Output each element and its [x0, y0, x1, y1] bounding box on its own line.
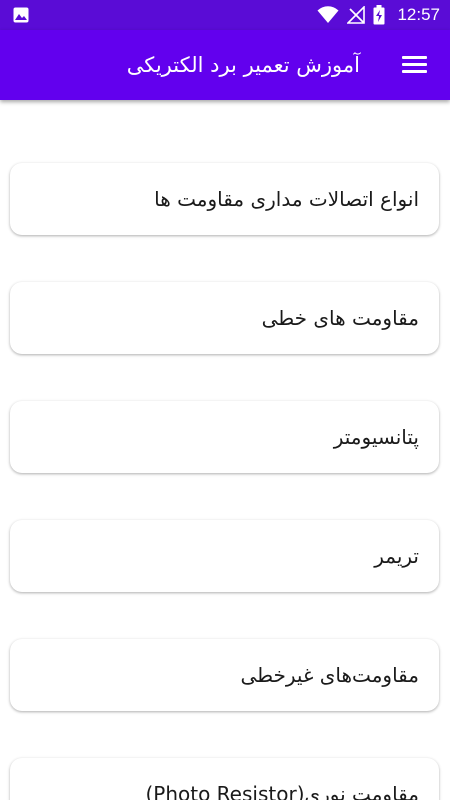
list-item[interactable]: تریمر: [10, 520, 439, 592]
list-item-label: مقاومت‌های غیرخطی: [240, 663, 419, 687]
list-item[interactable]: انواع اتصالات مداری مقاومت ها: [10, 163, 439, 235]
list-item-label: انواع اتصالات مداری مقاومت ها: [154, 187, 419, 211]
list-item[interactable]: پتانسیومتر: [10, 401, 439, 473]
image-icon: [13, 7, 29, 23]
status-time: 12:57: [397, 5, 440, 24]
topic-list: انواع اتصالات مداری مقاومت ها مقاومت های…: [0, 100, 450, 800]
list-item-label: تریمر: [374, 544, 419, 568]
app-title: آموزش تعمیر برد الکتریکی: [126, 53, 360, 77]
battery-charging-icon: [373, 5, 385, 25]
list-item[interactable]: مقاومت‌های غیرخطی: [10, 639, 439, 711]
list-item[interactable]: مقاومت نوری(Photo Resistor): [10, 758, 439, 800]
list-item[interactable]: مقاومت های خطی: [10, 282, 439, 354]
list-item-label: مقاومت های خطی: [261, 306, 419, 330]
list-item-label: پتانسیومتر: [333, 425, 419, 449]
list-item-label: مقاومت نوری(Photo Resistor): [145, 782, 419, 800]
status-bar: 12:57: [0, 0, 450, 30]
app-bar: آموزش تعمیر برد الکتریکی: [0, 30, 450, 100]
signal-off-icon: [347, 6, 366, 24]
menu-icon[interactable]: [402, 53, 428, 77]
wifi-icon: [317, 6, 339, 23]
